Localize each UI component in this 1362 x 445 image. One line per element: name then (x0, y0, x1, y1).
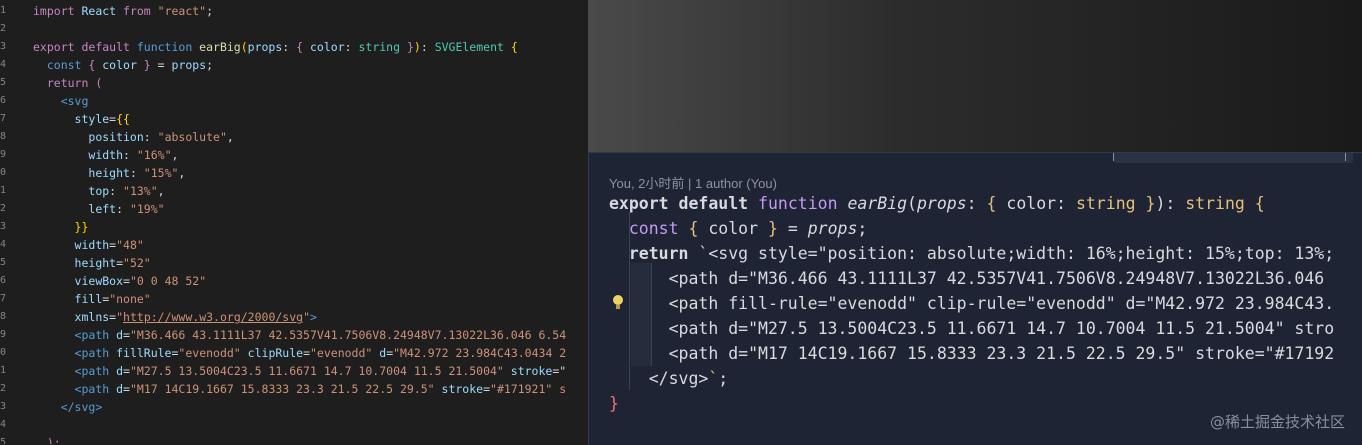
code-line[interactable]: 9 <path d="M36.466 43.1111L37 42.5357V41… (0, 326, 588, 344)
code-text: <path d="M36.466 43.1111L37 42.5357V41.7… (74, 328, 567, 342)
preview-code-line[interactable]: } (609, 391, 619, 416)
watermark: @稀土掘金技术社区 (1209, 413, 1345, 431)
code-text: }} (74, 220, 89, 234)
code-text: position: "absolute", (88, 130, 234, 144)
line-number: 2 (0, 203, 7, 214)
code-line[interactable]: 2 <path d="M17 14C19.1667 15.8333 23.3 2… (0, 380, 588, 398)
line-number: 2 (0, 23, 7, 34)
code-line[interactable]: 1 <path d="M27.5 13.5004C23.5 11.6671 14… (0, 362, 588, 380)
preview-code-line[interactable]: return `<svg style="position: absolute;w… (609, 241, 1334, 266)
code-text: import React from "react"; (33, 4, 220, 18)
code-line[interactable]: 2 left: "19%" (0, 200, 588, 218)
line-number: 0 (0, 347, 7, 358)
line-number: 5 (0, 437, 7, 444)
code-text: </svg> (60, 400, 103, 414)
code-line[interactable]: 5 height="52" (0, 254, 588, 272)
code-text: export default function earBig(props: { … (33, 40, 518, 54)
code-text: ); (46, 436, 61, 444)
code-text: style={{ (74, 112, 130, 126)
code-line[interactable]: 7 fill="none" (0, 290, 588, 308)
line-number: 1 (0, 365, 7, 376)
line-number: 4 (0, 239, 7, 250)
code-line[interactable]: 4 const { color } = props; (0, 56, 588, 74)
panel-scrollbar[interactable] (1113, 153, 1353, 163)
line-number: 6 (0, 95, 7, 106)
editor-background-blurred (588, 0, 1362, 152)
code-text: <path d="M17 14C19.1667 15.8333 23.3 21.… (74, 382, 567, 396)
code-text: <path fillRule="evenodd" clipRule="eveno… (74, 346, 567, 360)
preview-code-line[interactable]: <path d="M36.466 43.1111L37 42.5357V41.7… (609, 266, 1325, 291)
code-text: return ( (33, 76, 103, 90)
code-line[interactable]: 0 <path fillRule="evenodd" clipRule="eve… (0, 344, 588, 362)
preview-code-line[interactable]: export default function earBig(props: { … (609, 191, 1265, 216)
code-line[interactable]: 7 style={{ (0, 110, 588, 128)
code-line[interactable]: 6 viewBox="0 0 48 52" (0, 272, 588, 290)
code-text: width="48" (74, 238, 144, 252)
code-line[interactable]: 3 export default function earBig(props: {… (0, 38, 588, 56)
preview-code-line[interactable]: </svg>`; (609, 366, 728, 391)
line-number: 4 (0, 419, 7, 430)
line-number: 7 (0, 293, 7, 304)
line-number: 1 (0, 5, 7, 16)
line-number: 4 (0, 59, 7, 70)
code-line[interactable]: 4 (0, 416, 588, 434)
code-line[interactable]: 1 top: "13%", (0, 182, 588, 200)
code-text: fill="none" (74, 292, 151, 306)
line-number: 7 (0, 113, 7, 124)
left-code-editor[interactable]: 1 import React from "react"; 2 3 export def… (0, 0, 588, 444)
code-line[interactable]: 3 }} (0, 218, 588, 236)
code-text: <path d="M27.5 13.5004C23.5 11.6671 14.7… (74, 364, 567, 378)
line-number: 9 (0, 329, 7, 340)
line-number: 2 (0, 383, 7, 394)
line-number: 9 (0, 149, 7, 160)
line-number: 0 (0, 167, 7, 178)
line-number: 1 (0, 185, 7, 196)
code-text: height: "15%", (88, 166, 186, 180)
code-line[interactable]: 1 import React from "react"; (0, 2, 588, 20)
git-blame-annotation[interactable]: You, 2小时前 | 1 author (You) (609, 173, 777, 192)
code-line[interactable]: 5 ); (0, 434, 588, 444)
line-number: 6 (0, 275, 7, 286)
line-number: 5 (0, 77, 7, 88)
preview-code-line[interactable]: <path d="M27.5 13.5004C23.5 11.6671 14.7… (609, 316, 1335, 341)
code-text: const { color } = props; (33, 58, 214, 72)
preview-code-line[interactable]: <path d="M17 14C19.1667 15.8333 23.3 21.… (609, 341, 1335, 366)
code-line[interactable]: 5 return ( (0, 74, 588, 92)
preview-code-line[interactable]: const { color } = props; (609, 216, 867, 241)
code-text: left: "19%" (88, 202, 165, 216)
code-text: top: "13%", (88, 184, 165, 198)
line-number: 3 (0, 41, 7, 52)
line-number: 5 (0, 257, 7, 268)
code-text: xmlns="http://www.w3.org/2000/svg"> (74, 310, 317, 324)
code-line[interactable]: 4 width="48" (0, 236, 588, 254)
code-line[interactable]: 8 xmlns="http://www.w3.org/2000/svg"> (0, 308, 588, 326)
code-text: <svg (60, 94, 89, 108)
line-number: 3 (0, 401, 7, 412)
code-line[interactable]: 8 position: "absolute", (0, 128, 588, 146)
code-text: viewBox="0 0 48 52" (74, 274, 207, 288)
code-text: width: "16%", (88, 148, 179, 162)
line-number: 8 (0, 131, 7, 142)
line-number: 8 (0, 311, 7, 322)
line-number: 3 (0, 221, 7, 232)
code-line[interactable]: 9 width: "16%", (0, 146, 588, 164)
code-text: height="52" (74, 256, 151, 270)
preview-code-line[interactable]: <path fill-rule="evenodd" clip-rule="eve… (609, 291, 1335, 316)
code-line[interactable]: 2 (0, 20, 588, 38)
code-line[interactable]: 0 height: "15%", (0, 164, 588, 182)
code-line[interactable]: 6 <svg (0, 92, 588, 110)
code-preview-panel[interactable]: You, 2小时前 | 1 author (You) export defaul… (588, 152, 1362, 445)
code-line[interactable]: 3 </svg> (0, 398, 588, 416)
